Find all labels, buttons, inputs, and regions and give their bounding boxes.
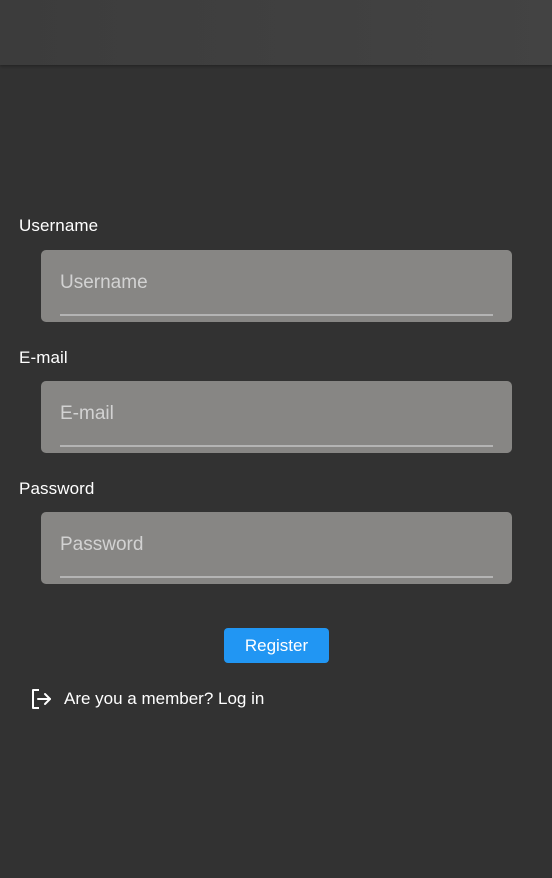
logout-arrow-icon: [29, 687, 53, 711]
register-button[interactable]: Register: [224, 628, 329, 663]
email-label: E-mail: [19, 348, 68, 367]
register-screen: Username E-mail Password Register Are yo…: [0, 0, 552, 878]
username-label: Username: [19, 216, 99, 235]
username-field-box[interactable]: [41, 250, 512, 322]
password-label: Password: [19, 479, 95, 498]
username-underline: [60, 314, 493, 316]
email-underline: [60, 445, 493, 447]
login-link[interactable]: Are you a member? Log in: [29, 686, 264, 712]
email-input[interactable]: [60, 381, 493, 447]
username-input[interactable]: [60, 250, 493, 316]
password-underline: [60, 576, 493, 578]
login-link-text[interactable]: Are you a member? Log in: [64, 689, 264, 709]
password-input[interactable]: [60, 512, 493, 578]
password-field-box[interactable]: [41, 512, 512, 584]
email-field-box[interactable]: [41, 381, 512, 453]
app-bar: [0, 0, 552, 65]
